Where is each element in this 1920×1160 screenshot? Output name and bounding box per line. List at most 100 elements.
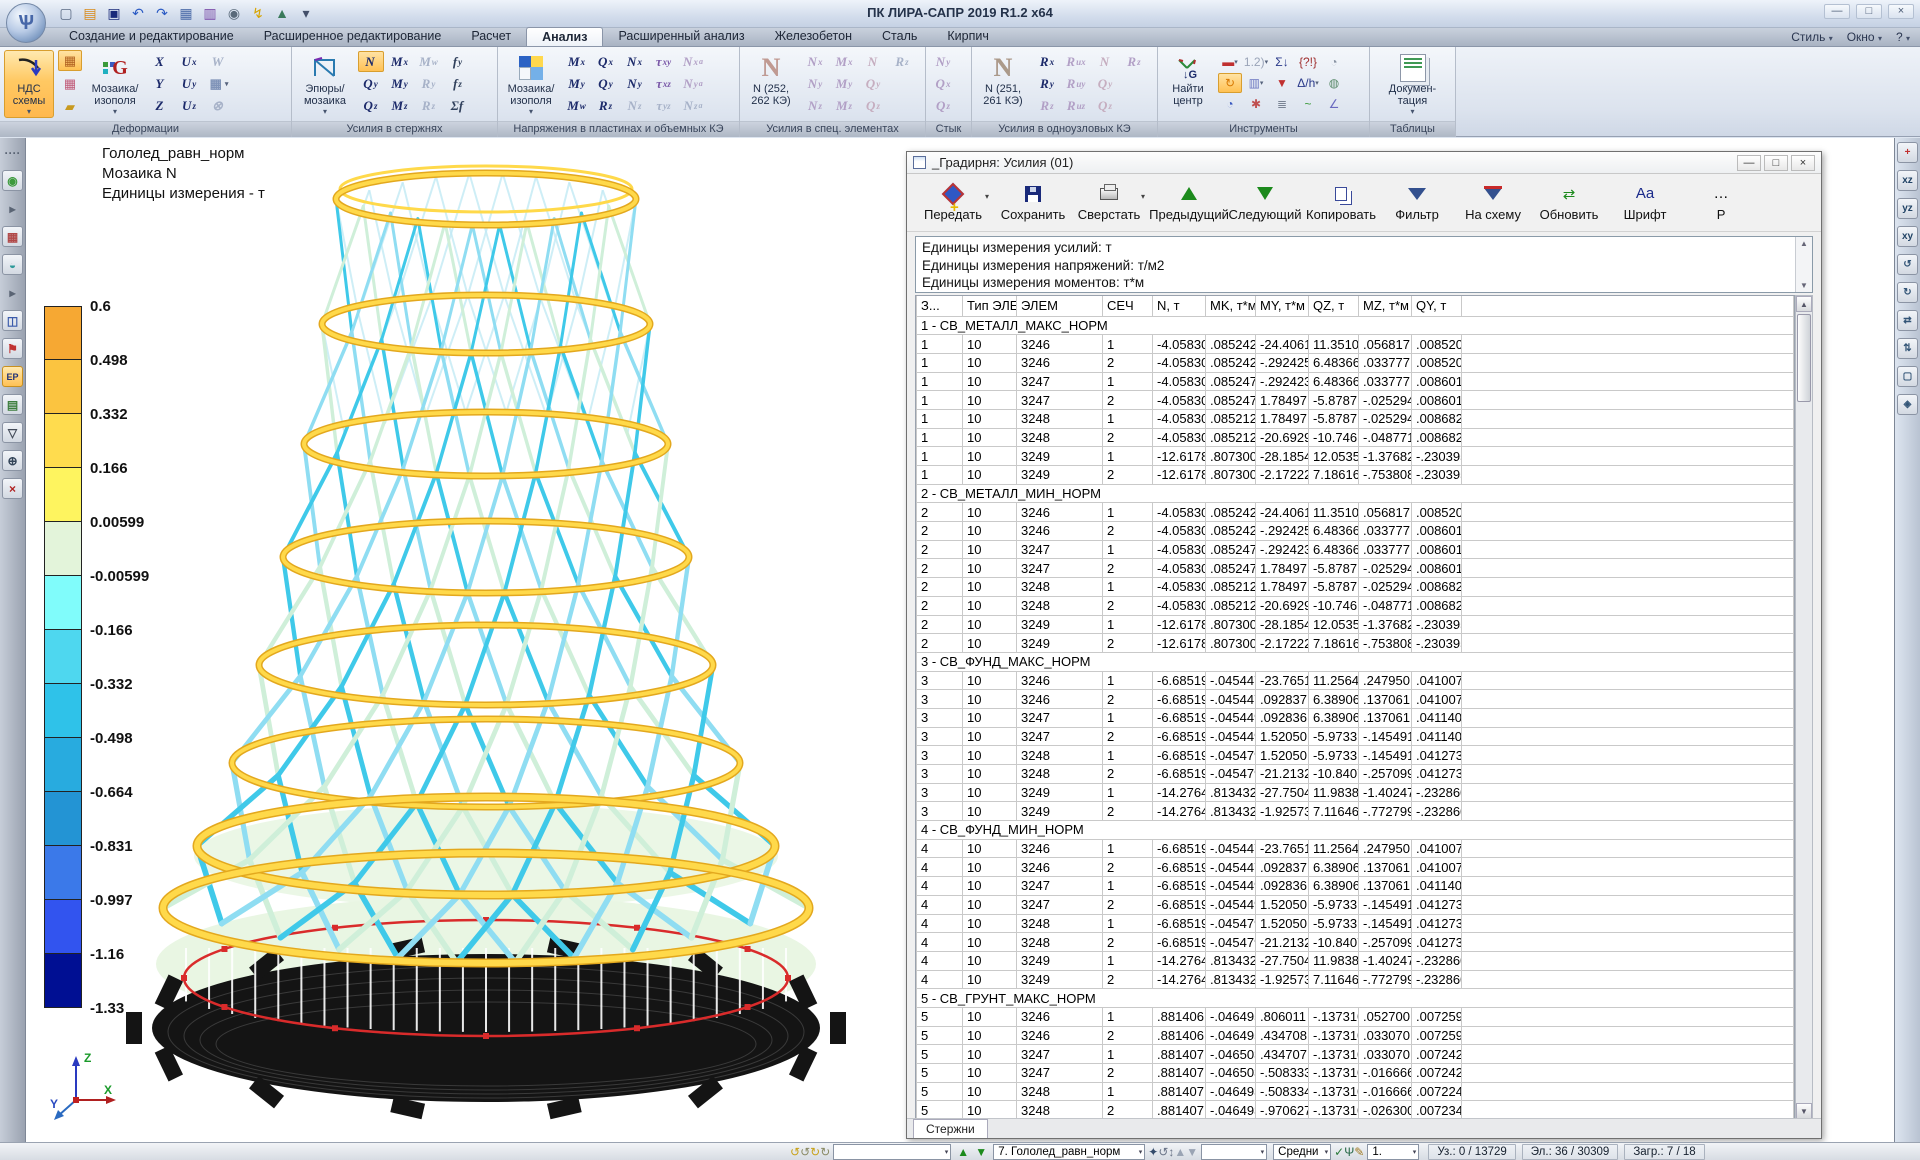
color-scale-icon[interactable]: ▬▾ — [1218, 52, 1242, 72]
table-row[interactable]: 21032471-4.05830.085247-.2924236.48366.0… — [917, 540, 1794, 559]
undo-grey-icon[interactable]: ↺ — [800, 1145, 810, 1159]
table-toolbar-button[interactable]: Передать — [911, 178, 995, 228]
result-letter-button[interactable]: ▦▾ — [206, 73, 232, 94]
result-letter-button[interactable]: Nza — [680, 95, 706, 116]
result-letter-button[interactable] — [889, 73, 915, 94]
diagrams-mosaic-button[interactable]: Эпюры/ мозаика▾ — [296, 50, 354, 118]
table-row[interactable]: 11032481-4.05830.0852121.78497-5.87871-.… — [917, 409, 1794, 428]
result-letter-button[interactable]: Qy — [593, 73, 619, 94]
ribbon-tab[interactable]: Сталь — [867, 27, 932, 46]
pen-icon[interactable]: ✎ — [1354, 1145, 1364, 1159]
table-window-control[interactable]: □ — [1764, 155, 1788, 171]
section-header-row[interactable]: 5 - СВ_ГРУНТ_МАКС_НОРМ — [917, 989, 1794, 1008]
numbering-icon[interactable]: 1.2)▾ — [1244, 52, 1268, 72]
find-center-button[interactable]: ↓G Найти центр — [1162, 50, 1214, 118]
table-row[interactable]: 31032462-6.68519-.045447.0928376.38906.1… — [917, 690, 1794, 709]
block-down-icon[interactable]: ▼ — [1270, 73, 1294, 93]
table-row[interactable]: 41032461-6.68519-.045447-23.765111.2564.… — [917, 839, 1794, 858]
section-header-row[interactable]: 4 - СВ_ФУНД_МИН_НОРМ — [917, 821, 1794, 840]
table-row[interactable]: 41032492-14.2764.813432-1.925737.11646-.… — [917, 970, 1794, 989]
erase-icon[interactable]: × — [2, 478, 23, 499]
table-row[interactable]: 51032462.881406-.046495.434708-.137310.0… — [917, 1026, 1794, 1045]
app-logo[interactable]: Ѱ — [6, 3, 46, 43]
result-letter-button[interactable]: Rz — [416, 95, 442, 116]
down-grey-icon[interactable]: ▼ — [1186, 1145, 1198, 1159]
menu-item[interactable]: Окно ▾ — [1847, 30, 1882, 44]
expand-arrow-icon[interactable]: ▸ — [2, 198, 23, 219]
up-grey-icon[interactable]: ▲ — [1174, 1145, 1186, 1159]
result-letter-button[interactable]: Nx — [802, 51, 828, 72]
result-letter-button[interactable]: τxy — [651, 51, 677, 72]
next-loadcase-button[interactable]: ▼ — [972, 1145, 990, 1159]
table-row[interactable]: 51032461.881406-.046495.806011-.137310.0… — [917, 1007, 1794, 1026]
crown-f-icon[interactable]: ✱ — [1244, 94, 1268, 114]
window-control-button[interactable]: — — [1824, 4, 1850, 19]
result-letter-button[interactable]: Mz — [387, 95, 413, 116]
table-row[interactable]: 41032471-6.68519-.045449.0928366.38906.1… — [917, 877, 1794, 896]
result-letter-button[interactable]: Σf — [445, 95, 471, 116]
model-3d-view[interactable] — [96, 156, 876, 1136]
results-grid[interactable]: З...Тип ЭЛЕМЭЛЕМСЕЧN, тMK, т*мMY, т*мQZ,… — [915, 295, 1795, 1120]
table-row[interactable]: 41032481-6.68519-.0454791.52050-5.97331-… — [917, 914, 1794, 933]
table-toolbar-button[interactable]: Aa Шрифт — [1603, 178, 1687, 228]
result-letter-button[interactable]: Y — [148, 73, 174, 94]
rotate-cw-icon[interactable]: ↻ — [1897, 282, 1918, 303]
mosaic-isofields-button[interactable]: G Мозаика/ изополя▾ — [86, 50, 144, 118]
clock-search-icon[interactable]: ◔ — [1218, 94, 1242, 114]
table-row[interactable]: 11032472-4.05830.0852471.78497-5.87871-.… — [917, 391, 1794, 410]
table-row[interactable]: 51032482.881407-.046493-.970627-.137310-… — [917, 1101, 1794, 1120]
ribbon-tab[interactable]: Расширенное редактирование — [249, 27, 457, 46]
scroll-up-arrow[interactable]: ▲ — [1796, 296, 1812, 312]
result-letter-button[interactable]: Mx — [387, 51, 413, 72]
rotate-sphere-icon[interactable]: ◒ — [2, 254, 23, 275]
curve-chart-icon[interactable]: ∠ — [1322, 94, 1346, 114]
menu-item[interactable]: Стиль ▾ — [1791, 30, 1832, 44]
view-yz-icon[interactable]: yz — [1897, 198, 1918, 219]
result-letter-button[interactable]: Qx — [593, 51, 619, 72]
zoom-window-icon[interactable]: ▢ — [1897, 366, 1918, 387]
palette-icon[interactable]: ◍ — [1322, 73, 1346, 93]
result-letter-button[interactable]: Ny — [930, 51, 956, 72]
result-letter-button[interactable]: Uz — [177, 95, 203, 116]
table-row[interactable]: 31032461-6.68519-.045447-23.765111.2564.… — [917, 671, 1794, 690]
result-letter-button[interactable]: Qz — [930, 95, 956, 116]
documentation-button[interactable]: Докумен- тация▾ — [1379, 50, 1447, 118]
mode-dropdown[interactable]: Средни▾ — [1273, 1144, 1331, 1160]
table-row[interactable]: 11032491-12.6178.807300-28.185412.0535-1… — [917, 447, 1794, 466]
table-row[interactable]: 51032472.881407-.046503-.508333-.137310-… — [917, 1064, 1794, 1083]
result-letter-button[interactable]: fy — [445, 51, 471, 72]
extra-dropdown[interactable]: ▾ — [1201, 1144, 1267, 1160]
column-header[interactable]: QZ, т — [1309, 296, 1359, 316]
apply-check-icon[interactable]: ✓ — [1334, 1145, 1344, 1159]
table-row[interactable]: 11032492-12.6178.807300-2.172227.18616-.… — [917, 466, 1794, 485]
view-xy-icon[interactable]: xy — [1897, 226, 1918, 247]
table-toolbar-button[interactable]: Фильтр — [1375, 178, 1459, 228]
scroll-down-arrow[interactable]: ▼ — [1796, 1103, 1812, 1119]
table-row[interactable]: 51032481.881407-.046493-.508334-.137310-… — [917, 1082, 1794, 1101]
result-letter-button[interactable] — [1121, 73, 1147, 94]
plates-mosaic-button[interactable]: Мозаика/ изополя▾ — [502, 50, 560, 118]
query-icon[interactable]: {?!} — [1296, 52, 1320, 72]
table-row[interactable]: 41032472-6.68519-.0454491.52050-5.97331-… — [917, 895, 1794, 914]
table-row[interactable]: 31032491-14.2764.813432-27.750411.9838-1… — [917, 783, 1794, 802]
result-letter-button[interactable]: W — [206, 51, 232, 72]
result-letter-button[interactable]: Rux — [1063, 51, 1089, 72]
column-header[interactable]: MZ, т*м — [1359, 296, 1412, 316]
sheet-tab-sterzhni[interactable]: Стержни — [913, 1119, 988, 1138]
result-letter-button[interactable]: τyz — [651, 95, 677, 116]
stopwatch-icon[interactable]: ◔ — [1322, 52, 1346, 72]
select-sphere-icon[interactable]: ◉ — [2, 170, 23, 191]
scheme-frame-button[interactable]: ▦ — [58, 50, 82, 71]
result-letter-button[interactable]: Qy — [1092, 73, 1118, 94]
result-letter-button[interactable]: Qz — [860, 95, 886, 116]
result-letter-button[interactable]: fz — [445, 73, 471, 94]
node-snap-icon[interactable]: ✦ — [1148, 1145, 1158, 1159]
forces-table-window[interactable]: _Градирня: Усилия (01) —□× Передать ▾ — [906, 151, 1822, 1139]
result-letter-button[interactable]: Rz — [1034, 95, 1060, 116]
rotate-animation-icon[interactable]: ↻ — [1218, 73, 1242, 93]
table-row[interactable]: 31032492-14.2764.813432-1.925737.11646-.… — [917, 802, 1794, 821]
result-letter-button[interactable]: Z — [148, 95, 174, 116]
column-header[interactable]: СЕЧ — [1103, 296, 1153, 316]
menu-item[interactable]: ? ▾ — [1896, 30, 1910, 44]
column-header[interactable]: QY, т — [1412, 296, 1462, 316]
